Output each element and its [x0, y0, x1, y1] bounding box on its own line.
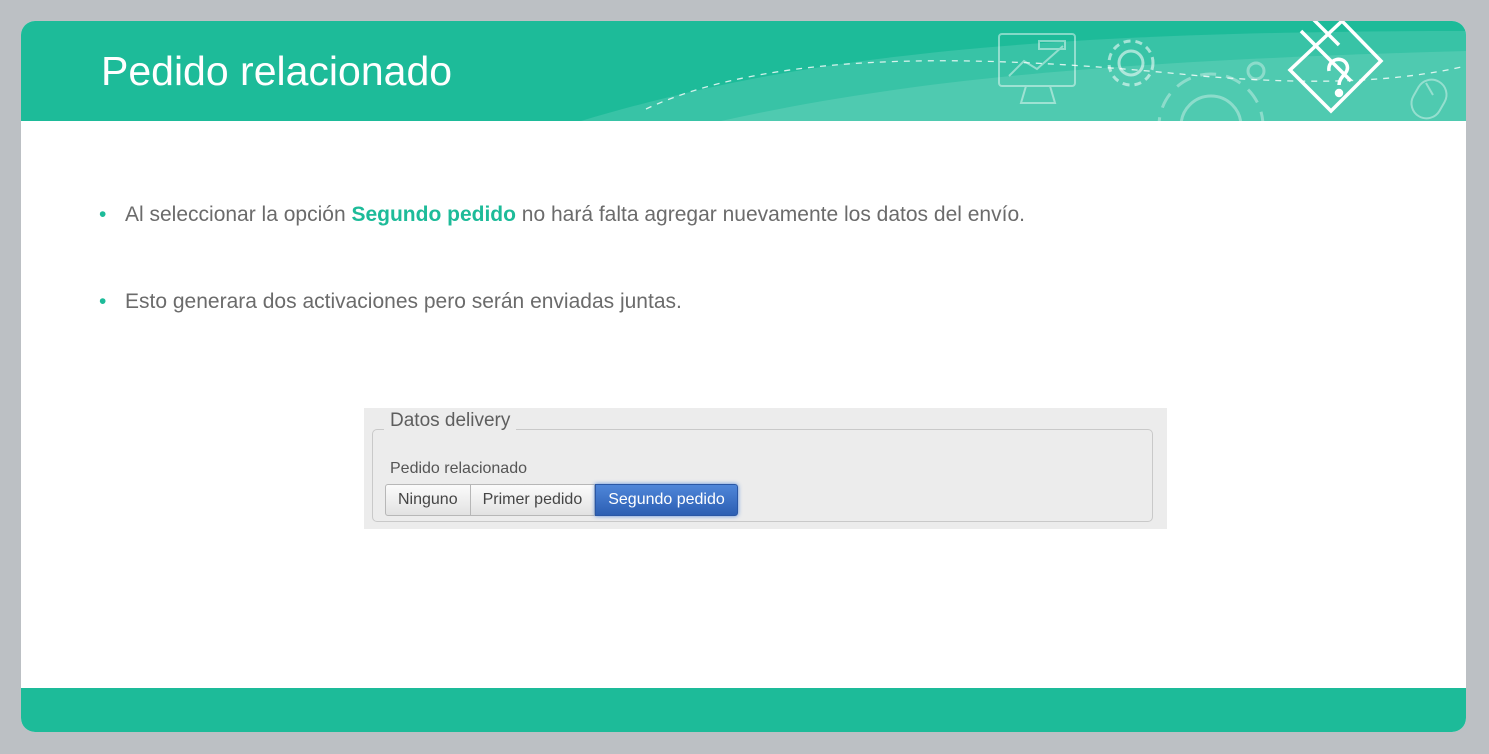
bullet-text-after: no hará falta agregar nuevamente los dat… — [515, 203, 1025, 226]
group-title: Datos delivery — [384, 409, 517, 433]
option-primer-pedido-button[interactable]: Primer pedido — [470, 484, 596, 516]
slide: Pedido relacionado • Al seleccionar la o… — [21, 21, 1466, 732]
bullet-item: • Al seleccionar la opción Segundo pedid… — [99, 202, 1025, 227]
bullet-text: Esto generara dos activaciones pero será… — [125, 290, 682, 314]
pedido-relacionado-segmented-control[interactable]: Ninguno Primer pedido Segundo pedido — [385, 484, 738, 516]
bullet-dot: • — [99, 290, 107, 314]
option-ninguno-button[interactable]: Ninguno — [385, 484, 471, 516]
bullet-list: • Al seleccionar la opción Segundo pedid… — [99, 202, 1025, 314]
embedded-screenshot: Datos delivery Pedido relacionado Ningun… — [364, 408, 1167, 529]
pedido-relacionado-label: Pedido relacionado — [390, 460, 527, 477]
option-segundo-pedido-button[interactable]: Segundo pedido — [595, 484, 738, 516]
highlighted-option: Segundo pedido — [351, 203, 516, 226]
slide-header: Pedido relacionado — [21, 21, 1466, 121]
slide-footer-bar — [21, 688, 1466, 732]
bullet-text: Al seleccionar la opción Segundo pedido … — [125, 203, 1025, 226]
slide-title: Pedido relacionado — [101, 48, 453, 94]
bullet-text-before: Al seleccionar la opción — [125, 203, 352, 226]
bullet-item: • Esto generara dos activaciones pero se… — [99, 289, 1025, 314]
bullet-dot: • — [99, 203, 107, 226]
